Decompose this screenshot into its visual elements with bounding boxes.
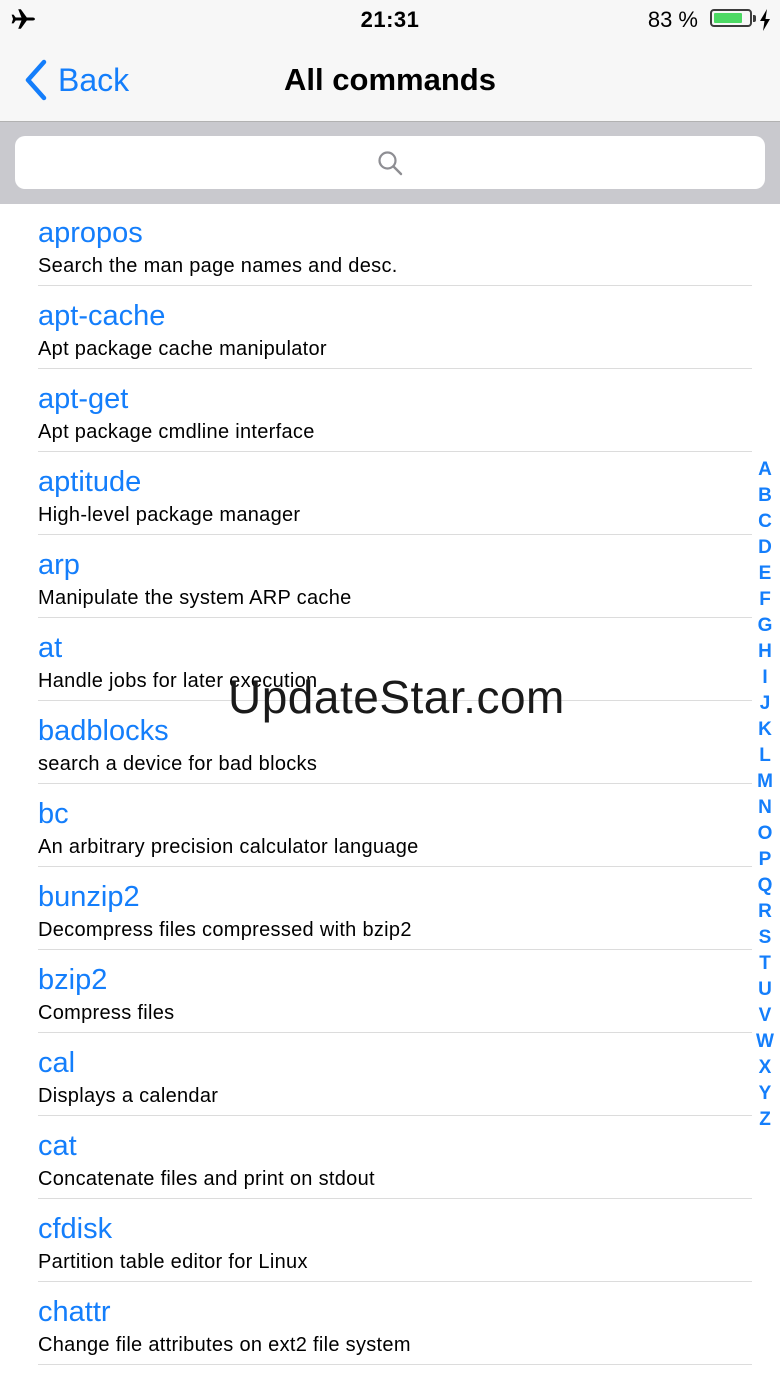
command-description: Decompress files compressed with bzip2 [38, 919, 412, 941]
list-item[interactable]: chattr Change file attributes on ext2 fil… [38, 1282, 752, 1365]
command-name: at [38, 632, 63, 664]
commands-list: apropos Search the man page names and des… [0, 203, 780, 1387]
list-item[interactable]: aptitude High-level package manager [38, 452, 752, 535]
index-letter-r[interactable]: R [750, 899, 780, 925]
battery-percentage: 83 % [647, 7, 698, 32]
command-name: bc [38, 798, 69, 830]
command-description: High-level package manager [38, 504, 301, 526]
index-letter-d[interactable]: D [750, 535, 780, 561]
index-letter-y[interactable]: Y [750, 1081, 780, 1107]
list-item[interactable]: cat Concatenate files and print on stdout [38, 1116, 752, 1199]
index-letter-j[interactable]: J [750, 691, 780, 717]
index-letter-i[interactable]: I [750, 665, 780, 691]
battery-cap [753, 15, 756, 22]
command-description: Search the man page names and desc. [38, 255, 398, 277]
command-name: bzip2 [38, 964, 108, 996]
index-letter-c[interactable]: C [750, 509, 780, 535]
command-name: cal [38, 1047, 76, 1079]
search-field[interactable] [15, 136, 765, 189]
command-description: Apt package cmdline interface [38, 421, 315, 443]
index-letter-h[interactable]: H [750, 639, 780, 665]
command-name: apt-cache [38, 300, 166, 332]
command-name: apropos [38, 217, 143, 249]
command-name: chattr [38, 1296, 111, 1328]
command-description: search a device for bad blocks [38, 753, 318, 775]
command-description: An arbitrary precision calculator langua… [38, 836, 419, 858]
search-input[interactable] [15, 136, 765, 189]
index-letter-w[interactable]: W [750, 1029, 780, 1055]
list-item[interactable]: bunzip2 Decompress files compressed with … [38, 867, 752, 950]
command-name: badblocks [38, 715, 169, 747]
index-letter-x[interactable]: X [750, 1055, 780, 1081]
command-description: Handle jobs for later execution [38, 670, 318, 692]
index-letter-u[interactable]: U [750, 977, 780, 1003]
command-name: cfdisk [38, 1213, 113, 1245]
list-item[interactable]: cal Displays a calendar [38, 1033, 752, 1116]
status-bar: 21:31 83 % [0, 0, 780, 40]
command-description: Manipulate the system ARP cache [38, 587, 352, 609]
index-letter-p[interactable]: P [750, 847, 780, 873]
battery-fill [714, 13, 743, 23]
page-title: All commands [284, 62, 496, 97]
index-letter-k[interactable]: K [750, 717, 780, 743]
command-description: Partition table editor for Linux [38, 1251, 308, 1273]
index-letter-z[interactable]: Z [750, 1107, 780, 1133]
list-item[interactable]: bc An arbitrary precision calculator lang… [38, 784, 752, 867]
index-letter-a[interactable]: A [750, 457, 780, 483]
index-letter-t[interactable]: T [750, 951, 780, 977]
list-item[interactable]: apropos Search the man page names and des… [38, 203, 752, 286]
index-letter-g[interactable]: G [750, 613, 780, 639]
index-letter-v[interactable]: V [750, 1003, 780, 1029]
battery-icon [710, 9, 756, 27]
index-letter-f[interactable]: F [750, 587, 780, 613]
index-letter-q[interactable]: Q [750, 873, 780, 899]
command-name: cat [38, 1130, 77, 1162]
list-item[interactable]: arp Manipulate the system ARP cache [38, 535, 752, 618]
index-letter-m[interactable]: M [750, 769, 780, 795]
list-item[interactable]: cfdisk Partition table editor for Linux [38, 1199, 752, 1282]
index-letter-b[interactable]: B [750, 483, 780, 509]
index-letter-e[interactable]: E [750, 561, 780, 587]
index-letter-n[interactable]: N [750, 795, 780, 821]
command-name: arp [38, 549, 80, 581]
search-bar [0, 121, 780, 204]
charging-bolt-icon [760, 9, 770, 31]
command-description: Displays a calendar [38, 1085, 219, 1107]
command-description: Apt package cache manipulator [38, 338, 327, 360]
index-letter-l[interactable]: L [750, 743, 780, 769]
navigation-bar: Back All commands [0, 40, 780, 121]
command-description: Compress files [38, 1002, 175, 1024]
command-description: Change file attributes on ext2 file syst… [38, 1334, 411, 1356]
index-letter-s[interactable]: S [750, 925, 780, 951]
list-item[interactable]: bzip2 Compress files [38, 950, 752, 1033]
index-letter-o[interactable]: O [750, 821, 780, 847]
section-index[interactable]: ABCDEFGHIJKLMNOPQRSTUVWXYZ [750, 457, 780, 1133]
command-description: Concatenate files and print on stdout [38, 1168, 375, 1190]
list-item[interactable]: apt-get Apt package cmdline interface [38, 369, 752, 452]
command-name: apt-get [38, 383, 129, 415]
list-item[interactable]: at Handle jobs for later execution [38, 618, 752, 701]
list-item[interactable]: badblocks search a device for bad blocks [38, 701, 752, 784]
command-name: bunzip2 [38, 881, 140, 913]
list-item[interactable]: apt-cache Apt package cache manipulator [38, 286, 752, 369]
command-name: aptitude [38, 466, 142, 498]
